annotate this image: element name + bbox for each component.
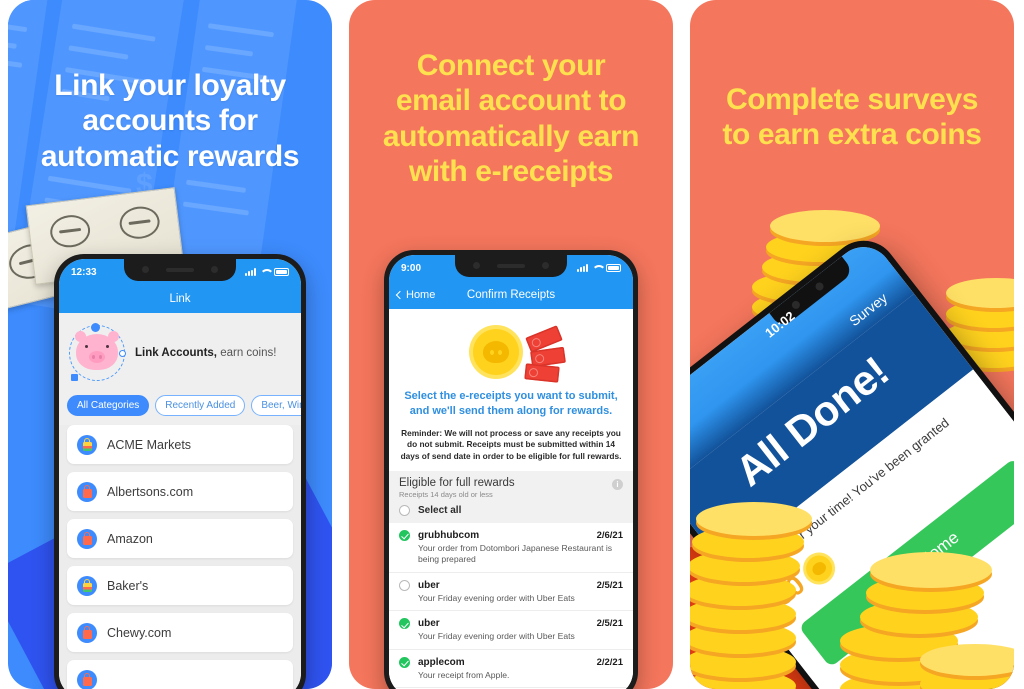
lock-multicolor-icon xyxy=(77,575,97,596)
table-row[interactable]: grubhubcom 2/6/21 Your order from Dotomb… xyxy=(389,522,633,573)
table-row[interactable]: uber 2/5/21 Your Friday evening order wi… xyxy=(389,611,633,650)
nav-bar: Home Confirm Receipts xyxy=(389,281,633,309)
receipt-sender: grubhubcom xyxy=(418,529,480,541)
list-item[interactable]: ACME Markets xyxy=(67,425,293,464)
back-button[interactable]: Home xyxy=(395,289,436,301)
info-icon[interactable]: i xyxy=(612,478,623,490)
checkbox-checked-icon[interactable] xyxy=(399,618,410,630)
phone-notch xyxy=(455,255,567,277)
confirm-receipts-body: Select the e-receipts you want to submit… xyxy=(389,309,633,689)
coin-and-tickets-illustration xyxy=(389,315,633,389)
battery-icon xyxy=(606,264,621,272)
reminder-text: Reminder: We will not process or save an… xyxy=(400,427,622,461)
battery-icon xyxy=(274,268,289,276)
coin-icon xyxy=(473,329,519,375)
signal-icon xyxy=(577,264,588,272)
receipt-description: Your Friday evening order with Uber Eats xyxy=(418,592,575,603)
account-name: ACME Markets xyxy=(107,437,192,452)
phone-mockup-link: 12:33 Link Link Accounts, earn coins! Al… xyxy=(54,254,306,689)
account-name: Albertsons.com xyxy=(107,484,194,499)
account-name: Chewy.com xyxy=(107,625,172,640)
category-pill-row: All Categories Recently Added Beer, Win xyxy=(59,391,301,425)
nav-title: Link xyxy=(169,293,191,305)
link-card-rest: earn coins! xyxy=(217,347,277,359)
pill-all-categories[interactable]: All Categories xyxy=(67,395,150,416)
link-accounts-card[interactable]: Link Accounts, earn coins! xyxy=(59,313,301,391)
nav-bar: Link xyxy=(59,285,301,313)
receipt-sender: uber xyxy=(418,579,440,591)
list-item[interactable]: Chewy.com xyxy=(67,613,293,652)
receipt-sender: applecom xyxy=(418,656,465,668)
pill-beer-wine[interactable]: Beer, Win xyxy=(251,395,301,416)
lock-icon xyxy=(77,622,97,643)
link-card-bold: Link Accounts, xyxy=(135,347,217,359)
table-row[interactable]: applecom 2/2/21 Your receipt from Apple. xyxy=(389,649,633,689)
phone-mockup-receipts: 9:00 Home Confirm Receipts Select the e-… xyxy=(384,250,638,689)
wifi-icon xyxy=(592,264,602,272)
checkbox-checked-icon[interactable] xyxy=(399,529,410,541)
nav-title: Confirm Receipts xyxy=(466,289,556,301)
receipt-date: 2/5/21 xyxy=(596,618,623,630)
checkbox-unchecked-icon[interactable] xyxy=(399,579,410,591)
panel-headline: Link your loyalty accounts for automatic… xyxy=(40,69,300,173)
list-item[interactable] xyxy=(67,660,293,689)
receipt-date: 2/6/21 xyxy=(596,529,623,541)
wifi-icon xyxy=(260,268,270,276)
list-item[interactable]: Albertsons.com xyxy=(67,472,293,511)
account-list: ACME Markets Albertsons.com Amazon Baker… xyxy=(59,425,301,689)
receipt-description: Your Friday evening order with Uber Eats xyxy=(418,631,575,642)
checkbox-checked-icon[interactable] xyxy=(399,656,410,668)
panel-connect-email: Connect your email account to automatica… xyxy=(349,0,673,689)
list-item[interactable]: Baker's xyxy=(67,566,293,605)
account-name: Baker's xyxy=(107,578,149,593)
receipt-description: Your order from Dotombori Japanese Resta… xyxy=(418,542,613,565)
back-label: Home xyxy=(406,289,436,301)
coin-stack xyxy=(690,498,824,689)
select-all-row[interactable]: Select all xyxy=(399,504,623,516)
status-time: 12:33 xyxy=(71,266,97,278)
coin-stack xyxy=(920,588,1014,689)
lock-multicolor-icon xyxy=(77,434,97,455)
lock-icon xyxy=(77,481,97,502)
panel-link-accounts: $ Link your loyalty accounts for automat… xyxy=(8,0,332,689)
status-time: 9:00 xyxy=(401,262,422,274)
lock-icon xyxy=(77,669,97,689)
table-row[interactable]: uber 2/5/21 Your Friday evening order wi… xyxy=(389,572,633,612)
lock-icon xyxy=(77,528,97,549)
select-all-label: Select all xyxy=(418,504,462,516)
receipt-sender: uber xyxy=(418,618,440,630)
panel-surveys: Complete surveys to earn extra coins 10:… xyxy=(690,0,1014,689)
link-screen-body: Link Accounts, earn coins! All Categorie… xyxy=(59,313,301,689)
chevron-left-icon xyxy=(395,290,405,300)
receipt-description: Your receipt from Apple. xyxy=(418,669,510,680)
eligible-section-header: Eligible for full rewards Receipts 14 da… xyxy=(389,470,633,523)
section-title: Eligible for full rewards xyxy=(399,476,515,489)
list-item[interactable]: Amazon xyxy=(67,519,293,558)
piggy-bank-icon xyxy=(69,323,126,381)
checkbox-unchecked-icon[interactable] xyxy=(399,504,410,516)
signal-icon xyxy=(245,268,256,276)
phone-notch xyxy=(124,259,236,281)
panel-headline: Connect your email account to automatica… xyxy=(382,49,640,189)
account-name: Amazon xyxy=(107,531,153,546)
link-card-text: Link Accounts, earn coins! xyxy=(135,347,276,359)
pill-recently-added[interactable]: Recently Added xyxy=(155,395,246,416)
app-store-screenshot-gallery: $ Link your loyalty accounts for automat… xyxy=(0,0,1024,689)
panel-headline: Complete surveys to earn extra coins xyxy=(722,83,982,152)
lead-text: Select the e-receipts you want to submit… xyxy=(404,390,618,417)
section-subtitle: Receipts 14 days old or less xyxy=(399,489,493,499)
receipt-date: 2/2/21 xyxy=(596,656,623,668)
receipt-date: 2/5/21 xyxy=(596,579,623,591)
